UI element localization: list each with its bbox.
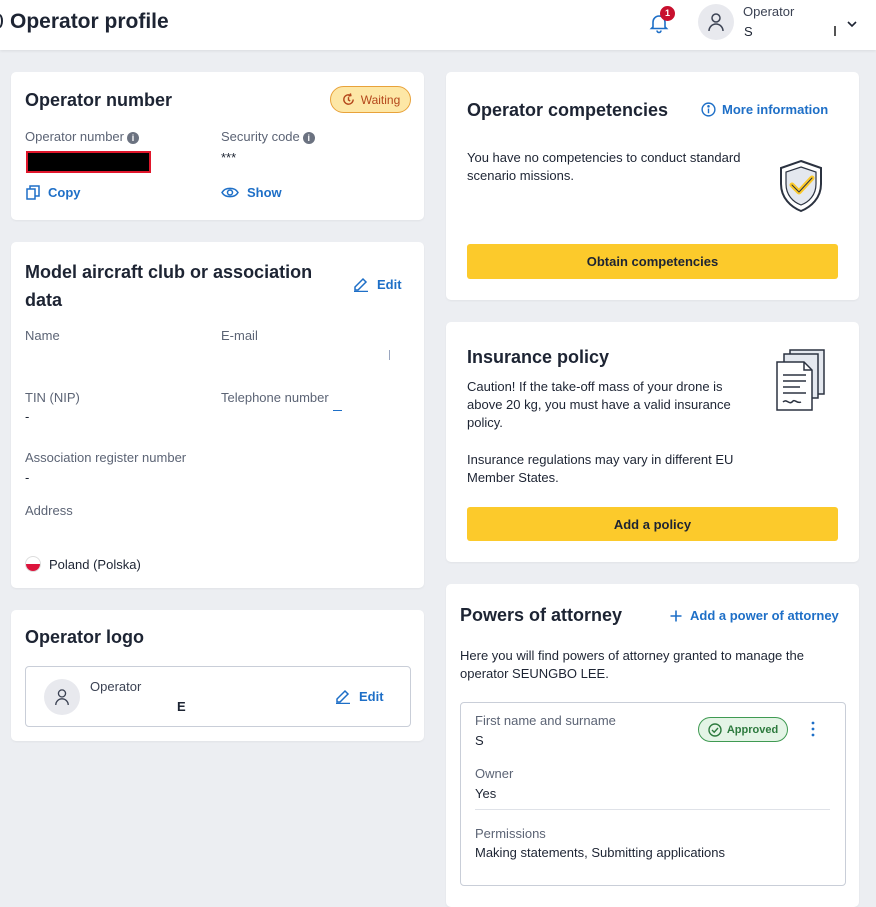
- security-code-label: Security code: [221, 129, 300, 144]
- attorney-description: Here you will find powers of attorney gr…: [460, 648, 804, 681]
- show-button[interactable]: Show: [221, 185, 282, 200]
- check-circle-icon: [708, 722, 722, 737]
- pencil-icon: [354, 277, 368, 292]
- entry-divider: [475, 809, 830, 810]
- attorney-title: Powers of attorney: [460, 605, 623, 625]
- register-label: Association register number: [25, 450, 187, 465]
- security-code-label-row: Security code i: [221, 129, 315, 144]
- eye-icon: [221, 187, 239, 198]
- insurance-card: Insurance policy Caution! If the take-of…: [446, 322, 859, 562]
- tin-value: -: [25, 409, 30, 424]
- owner-label: Owner: [475, 766, 514, 781]
- attorney-card: Powers of attorney Add a power of attorn…: [446, 584, 859, 907]
- email-value-cursor: [389, 350, 390, 360]
- country-row: Poland (Polska): [25, 556, 141, 572]
- copy-icon: [26, 185, 40, 200]
- insurance-caution: Caution! If the take-off mass of your dr…: [467, 379, 731, 430]
- tin-label: TIN (NIP): [25, 390, 80, 405]
- logo-edit-label: Edit: [359, 688, 384, 704]
- status-badge: Waiting: [330, 86, 411, 113]
- document-icon: [774, 348, 828, 417]
- competencies-card: Operator competencies More information Y…: [446, 72, 859, 300]
- info-icon[interactable]: i: [302, 131, 315, 144]
- add-power-of-attorney-label: Add a power of attorney: [690, 608, 839, 623]
- show-label: Show: [247, 185, 282, 200]
- operator-logo-card: Operator logo Operator E Edit: [11, 610, 424, 741]
- more-information-label: More information: [722, 102, 829, 117]
- competencies-message: You have no competencies to conduct stan…: [467, 150, 741, 183]
- pencil-icon: [336, 689, 350, 704]
- phone-value-cursor: [333, 410, 342, 411]
- add-policy-button[interactable]: Add a policy: [467, 507, 838, 541]
- copy-button[interactable]: Copy: [26, 185, 81, 200]
- club-data-title: Model aircraft club or association data: [25, 262, 313, 310]
- approved-label: Approved: [726, 723, 779, 736]
- user-avatar[interactable]: [698, 4, 734, 40]
- insurance-note: Insurance regulations may vary in differ…: [467, 452, 734, 485]
- more-information-link[interactable]: More information: [701, 102, 828, 117]
- chevron-down-icon[interactable]: [846, 16, 858, 34]
- page-title: Operator profile: [10, 10, 169, 33]
- insurance-title: Insurance policy: [467, 347, 610, 367]
- country-value: Poland (Polska): [49, 556, 141, 572]
- poland-flag-icon: [25, 556, 41, 572]
- info-icon[interactable]: i: [127, 131, 139, 144]
- edge-icon: [0, 14, 3, 28]
- name-label: Name: [25, 328, 60, 343]
- add-power-of-attorney-button[interactable]: Add a power of attorney: [670, 608, 839, 623]
- logo-avatar: [44, 679, 80, 715]
- info-circle-icon: [701, 102, 716, 117]
- user-name-cursor: [834, 26, 836, 36]
- permissions-label: Permissions: [475, 826, 546, 841]
- logo-edit-button[interactable]: Edit: [335, 688, 384, 704]
- club-data-card: Model aircraft club or association data …: [11, 242, 424, 588]
- security-code-value: ***: [221, 150, 237, 165]
- operator-number-card: Operator number Waiting Operator number i…: [11, 72, 424, 220]
- copy-label: Copy: [48, 185, 81, 200]
- name-surname-value: S: [475, 733, 484, 748]
- email-label: E-mail: [221, 328, 258, 343]
- more-options-icon[interactable]: [808, 719, 818, 739]
- clock-refresh-icon: [342, 93, 354, 105]
- owner-value: Yes: [475, 786, 497, 801]
- top-bar: Operator profile 1 Operator S: [0, 0, 876, 50]
- notification-count-badge: 1: [660, 6, 675, 21]
- register-value: -: [25, 470, 30, 485]
- user-name: S: [744, 24, 753, 39]
- logo-owner-role: Operator: [90, 679, 142, 694]
- logo-owner-initial: E: [177, 699, 186, 714]
- phone-label: Telephone number: [221, 390, 329, 405]
- club-edit-label: Edit: [377, 276, 402, 292]
- logo-owner-box: Operator E Edit: [25, 666, 411, 727]
- plus-icon: [670, 610, 682, 621]
- shield-check-icon: [776, 158, 826, 219]
- competencies-title: Operator competencies: [467, 100, 669, 120]
- status-badge-label: Waiting: [360, 92, 401, 107]
- attorney-entry: First name and surname S Approved Owner …: [460, 702, 846, 886]
- operator-number-label: Operator number: [25, 129, 124, 144]
- user-role: Operator: [743, 4, 795, 19]
- obtain-competencies-button[interactable]: Obtain competencies: [467, 244, 838, 279]
- approved-badge: Approved: [698, 717, 788, 742]
- permissions-value: Making statements, Submitting applicatio…: [475, 845, 726, 860]
- operator-number-label-row: Operator number i: [25, 129, 139, 144]
- club-edit-button[interactable]: Edit: [353, 276, 402, 292]
- operator-number-title: Operator number: [25, 90, 173, 110]
- operator-logo-title: Operator logo: [25, 627, 145, 647]
- operator-number-redacted: [26, 151, 151, 173]
- name-surname-label: First name and surname: [475, 713, 616, 728]
- address-label: Address: [25, 503, 73, 518]
